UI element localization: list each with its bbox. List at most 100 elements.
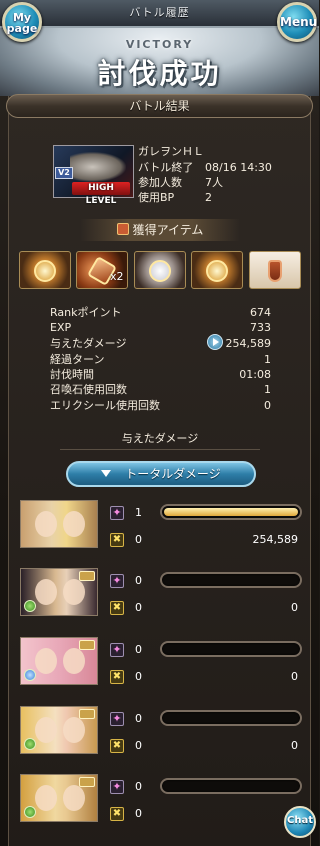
participants-label: 参加人数 <box>138 176 182 189</box>
time-value: 01:08 <box>239 368 271 381</box>
character-face <box>35 511 57 537</box>
battle-end-label: バトル終了 <box>138 161 194 174</box>
character-face <box>63 511 85 537</box>
boss-name: ガレヲンＨＬ <box>138 145 204 158</box>
elixir-value: 0 <box>264 399 271 412</box>
damage-bar <box>160 710 302 726</box>
result-banner: 討伐成功 <box>97 57 222 90</box>
element-icon <box>24 738 36 750</box>
battle-end-value: 08/16 14:30 <box>205 161 272 174</box>
damage-value: 0 <box>291 739 298 752</box>
item-1[interactable] <box>19 251 71 289</box>
charge-attack-icon: ✖ <box>110 739 124 753</box>
summons-label: 召喚石使用回数 <box>50 383 127 396</box>
charge-attack-icon: ✖ <box>110 533 124 547</box>
charge-attack-count: 0 <box>135 601 142 614</box>
item-3[interactable] <box>134 251 186 289</box>
charge-attack-icon: ✖ <box>110 670 124 684</box>
damage-bar <box>160 778 302 794</box>
element-icon <box>24 806 36 818</box>
character-face <box>63 579 85 605</box>
elixir-label: エリクシール使用回数 <box>50 399 160 412</box>
damage-label: 与えたダメージ <box>50 337 127 350</box>
item-2-count: x2 <box>110 270 124 283</box>
items-title: 獲得アイテム <box>132 223 204 237</box>
damage-row: ✦ 0 ✖ 0 0 <box>18 706 308 762</box>
skill-count: 0 <box>135 574 142 587</box>
skill-icon: ✦ <box>110 643 124 657</box>
gold-ring-icon <box>206 260 228 282</box>
damage-value: 0 <box>291 601 298 614</box>
damage-bar-fill <box>164 508 298 516</box>
item-5[interactable] <box>249 251 301 289</box>
damage-row: ✦ 0 ✖ 0 <box>18 774 308 830</box>
character-portrait[interactable] <box>20 500 98 548</box>
character-portrait[interactable] <box>20 637 98 685</box>
chat-button[interactable]: Chat <box>284 806 316 838</box>
charge-attack-count: 0 <box>135 807 142 820</box>
dropdown-label: トータルダメージ <box>125 467 221 481</box>
skill-count: 0 <box>135 780 142 793</box>
silver-material-icon <box>149 260 171 282</box>
turns-label: 経過ターン <box>50 353 105 366</box>
level-badge-icon <box>79 640 95 650</box>
skill-count: 1 <box>135 506 142 519</box>
character-face <box>63 785 85 811</box>
damage-row: ✦ 0 ✖ 0 0 <box>18 637 308 693</box>
summons-value: 1 <box>264 383 271 396</box>
damage-value: 254,589 <box>252 533 299 546</box>
damage-bar <box>160 641 302 657</box>
bp-value: 2 <box>205 191 212 204</box>
boss-version-badge: V2 <box>55 167 73 179</box>
character-face <box>63 648 85 674</box>
damage-bar <box>160 572 302 588</box>
character-face <box>63 717 85 743</box>
character-face <box>35 785 57 811</box>
dropdown-arrow-icon <box>101 470 112 477</box>
skill-icon: ✦ <box>110 506 124 520</box>
character-portrait[interactable] <box>20 774 98 822</box>
potion-icon <box>268 260 282 282</box>
character-face <box>35 648 57 674</box>
header-banner: バトル履歴 My page Menu VICTORY 討伐成功 <box>0 0 319 96</box>
rank-label: Rankポイント <box>50 306 122 319</box>
level-badge-icon <box>79 709 95 719</box>
character-portrait[interactable] <box>20 706 98 754</box>
element-icon <box>24 669 36 681</box>
level-badge-icon <box>79 777 95 787</box>
item-4[interactable] <box>191 251 243 289</box>
rank-value: 674 <box>250 306 271 319</box>
battle-history-page: バトル履歴 My page Menu VICTORY 討伐成功 バトル結果 V2 … <box>0 0 319 846</box>
damage-row: ✦ 0 ✖ 0 0 <box>18 568 308 624</box>
gift-icon <box>116 223 129 235</box>
bp-label: 使用BP <box>138 191 175 204</box>
time-label: 討伐時間 <box>50 368 94 381</box>
participants-value: 7人 <box>205 176 223 189</box>
page-title: バトル履歴 <box>129 6 190 19</box>
menu-button[interactable]: Menu <box>277 2 317 42</box>
damage-section-title: 与えたダメージ <box>60 430 260 450</box>
charge-attack-count: 0 <box>135 739 142 752</box>
element-icon <box>24 600 36 612</box>
mypage-button[interactable]: My page <box>2 2 42 42</box>
skill-icon: ✦ <box>110 780 124 794</box>
damage-bar <box>160 504 302 520</box>
damage-value: 0 <box>291 670 298 683</box>
exp-value: 733 <box>250 321 271 334</box>
items-header: 獲得アイテム <box>80 219 240 241</box>
play-icon[interactable] <box>207 334 223 350</box>
character-face <box>35 717 57 743</box>
total-damage-dropdown[interactable]: トータルダメージ <box>66 461 256 487</box>
high-level-badge: HIGH LEVEL <box>72 182 130 206</box>
skill-count: 0 <box>135 712 142 725</box>
skill-icon: ✦ <box>110 574 124 588</box>
level-badge-icon <box>79 571 95 581</box>
character-portrait[interactable] <box>20 568 98 616</box>
exp-label: EXP <box>50 321 72 334</box>
charge-attack-icon: ✖ <box>110 807 124 821</box>
turns-value: 1 <box>264 353 271 366</box>
damage-value: 254,589 <box>225 337 272 350</box>
battle-result-header: バトル結果 <box>6 94 313 118</box>
charge-attack-icon: ✖ <box>110 601 124 615</box>
character-face <box>35 579 57 605</box>
